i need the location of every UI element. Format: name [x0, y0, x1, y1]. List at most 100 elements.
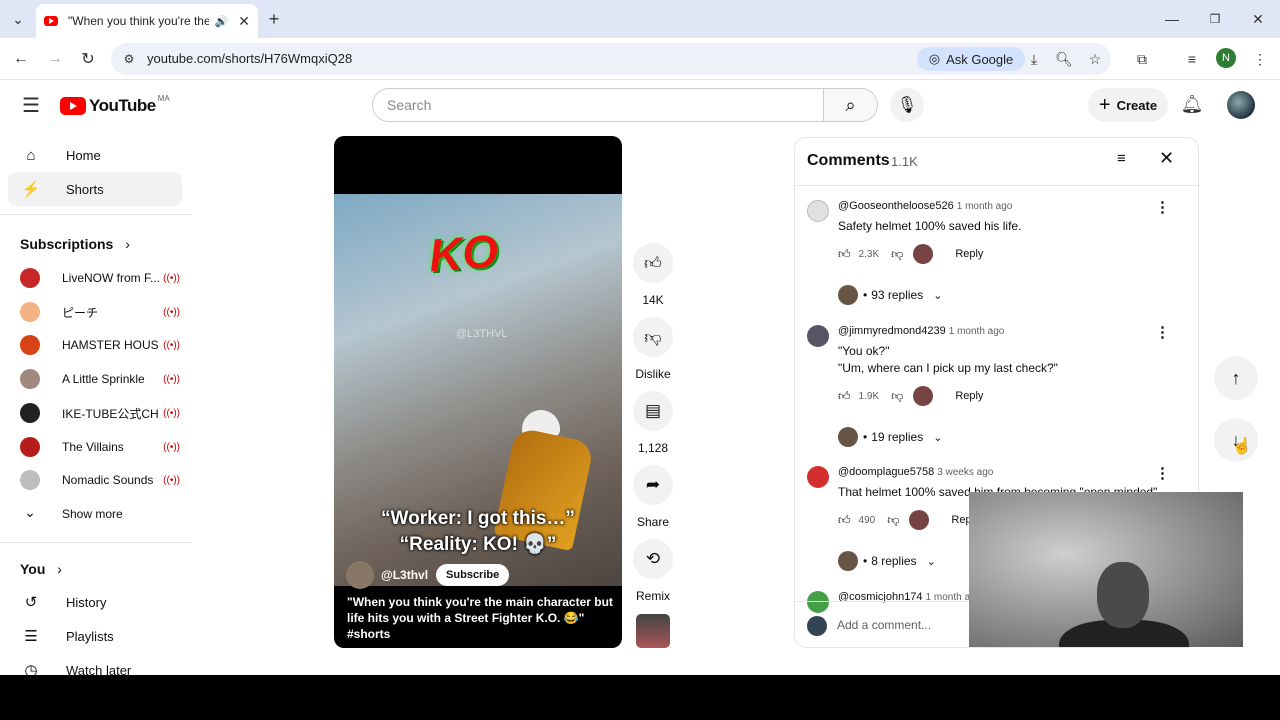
minimize-icon[interactable]: —: [1160, 7, 1184, 31]
tab-close-icon[interactable]: ✕: [238, 13, 250, 30]
new-tab-icon[interactable]: +: [262, 7, 286, 31]
comment-more-icon[interactable]: ⋮: [1155, 464, 1170, 482]
remix-button[interactable]: ⟲ Remix: [632, 539, 674, 603]
video-title[interactable]: "When you think you're the main characte…: [347, 594, 613, 642]
comment-author[interactable]: @doomplague5758 3 weeks ago: [838, 466, 993, 478]
subscriptions-heading[interactable]: Subscriptions ›: [20, 236, 130, 252]
subscription-item[interactable]: LiveNOW from F... ((•)): [20, 264, 180, 292]
remix-label: Remix: [635, 589, 670, 603]
zoom-icon[interactable]: 🔍︎: [1052, 47, 1076, 71]
site-info-icon[interactable]: ⚙: [117, 47, 141, 71]
subscription-item[interactable]: Nomadic Sounds ((•)): [20, 466, 180, 494]
replier-avatar: [838, 551, 858, 571]
show-more-button[interactable]: ⌄ Show more: [20, 500, 180, 528]
channel-avatar: [20, 403, 40, 423]
sidebar-item-watch-later[interactable]: ◷ Watch later: [8, 653, 182, 675]
comment-like-icon[interactable]: 👍︎: [838, 247, 851, 262]
comment-like-icon[interactable]: 👍︎: [838, 513, 851, 528]
create-button[interactable]: + Create: [1088, 88, 1168, 122]
notifications-bell-icon[interactable]: 🔔︎: [1180, 92, 1204, 116]
view-replies-button[interactable]: • 19 replies ⌄: [838, 427, 942, 447]
subscribe-button[interactable]: Subscribe: [436, 564, 510, 586]
home-icon: ⌂: [26, 146, 36, 164]
live-indicator-icon: ((•)): [163, 339, 180, 351]
reply-button[interactable]: Reply: [955, 390, 983, 402]
comment-author[interactable]: @jimmyredmond4239 1 month ago: [838, 325, 1004, 337]
comment-dislike-icon[interactable]: 👎︎: [891, 247, 903, 262]
dislike-button[interactable]: 👎︎ Dislike: [630, 317, 676, 381]
sidebar-item-history[interactable]: ↺ History: [8, 585, 182, 619]
audio-playing-icon[interactable]: 🔊: [215, 15, 229, 28]
comment-avatar[interactable]: [807, 325, 829, 347]
live-indicator-icon: ((•)): [163, 441, 180, 453]
channel-name[interactable]: @L3thvl: [381, 568, 428, 582]
comment-like-icon[interactable]: 👍︎: [838, 389, 851, 404]
comment-dislike-icon[interactable]: 👎︎: [891, 389, 903, 404]
channel-avatar[interactable]: [346, 561, 374, 589]
you-heading[interactable]: You ›: [20, 561, 62, 577]
subscription-item[interactable]: The Villains ((•)): [20, 433, 180, 461]
like-count: 14K: [642, 293, 664, 307]
sidebar-item-shorts[interactable]: ⚡ Shorts: [8, 172, 182, 206]
show-more-label: Show more: [62, 507, 123, 521]
subscription-name: HAMSTER HOUS...: [62, 338, 160, 352]
search-input[interactable]: Search: [372, 88, 824, 122]
forward-icon[interactable]: →: [43, 47, 67, 71]
subscription-item[interactable]: HAMSTER HOUS... ((•)): [20, 331, 180, 359]
browser-tab[interactable]: "When you think you're the 🔊 ✕: [36, 4, 258, 38]
search-button[interactable]: ⌕: [823, 88, 878, 122]
extensions-icon[interactable]: ⧉: [1130, 47, 1154, 71]
browser-profile-avatar[interactable]: N: [1216, 48, 1236, 68]
url-text: youtube.com/shorts/H76WmqxiQ28: [147, 51, 353, 66]
comment-more-icon[interactable]: ⋮: [1155, 323, 1170, 341]
replies-count: 93 replies: [871, 288, 924, 302]
voice-search-button[interactable]: 🎙︎: [890, 88, 924, 122]
add-comment-input[interactable]: Add a comment...: [837, 618, 931, 632]
sidebar-item-home[interactable]: ⌂ Home: [8, 138, 182, 172]
subscription-item[interactable]: A Little Sprinkle ((•)): [20, 365, 180, 393]
youtube-logo[interactable]: YouTube MA: [60, 94, 170, 116]
youtube-play-icon: [60, 97, 86, 115]
restore-icon[interactable]: ❐: [1203, 7, 1227, 31]
replier-avatar: [838, 427, 858, 447]
hamburger-menu-icon[interactable]: ☰: [19, 93, 43, 117]
share-icon: ➦: [633, 465, 673, 505]
reply-button[interactable]: Reply: [955, 248, 983, 260]
media-controls-icon[interactable]: ≡: [1180, 47, 1204, 71]
subscription-item[interactable]: ピーチ ((•)): [20, 298, 180, 326]
browser-menu-icon[interactable]: ⋮: [1248, 47, 1272, 71]
sidebar-item-playlists[interactable]: ☰ Playlists: [8, 619, 182, 653]
shorts-video-player[interactable]: KO @L3THVL “Worker: I got this…” “Realit…: [334, 136, 622, 648]
sound-thumbnail[interactable]: [636, 614, 670, 648]
previous-short-button[interactable]: ↑: [1214, 356, 1258, 400]
view-replies-button[interactable]: • 93 replies ⌄: [838, 285, 942, 305]
install-app-icon[interactable]: ⤓: [1022, 47, 1046, 71]
sort-comments-icon[interactable]: ≡: [1117, 150, 1126, 167]
comment-dislike-icon[interactable]: 👎︎: [887, 513, 899, 528]
thumbs-down-icon: 👎︎: [633, 317, 673, 357]
reload-icon[interactable]: ↻: [76, 47, 100, 71]
subscriptions-heading-label: Subscriptions: [20, 236, 114, 252]
creator-heart-avatar: [913, 244, 934, 264]
comments-button[interactable]: ▤ 1,128: [632, 391, 674, 455]
comment-more-icon[interactable]: ⋮: [1155, 198, 1170, 216]
close-comments-icon[interactable]: ✕: [1159, 148, 1174, 169]
subscription-item[interactable]: IKE-TUBE公式CH ((•)): [20, 399, 180, 427]
comment-avatar[interactable]: [807, 466, 829, 488]
user-avatar[interactable]: [1227, 91, 1255, 119]
comment-time: 1 month ago: [956, 201, 1013, 212]
address-bar[interactable]: ⚙ youtube.com/shorts/H76WmqxiQ28 ◎ Ask G…: [111, 43, 1111, 75]
remix-icon: ⟲: [633, 539, 673, 579]
ask-google-button[interactable]: ◎ Ask Google: [917, 47, 1025, 71]
like-button[interactable]: 👍︎ 14K: [632, 243, 674, 307]
comment-author[interactable]: @Gooseontheloose526 1 month ago: [838, 200, 1012, 212]
back-icon[interactable]: ←: [9, 47, 33, 71]
comment-like-count: 1.9K: [858, 390, 880, 402]
tab-list-chevron-icon[interactable]: ⌄: [6, 7, 30, 31]
view-replies-button[interactable]: • 8 replies ⌄: [838, 551, 936, 571]
share-button[interactable]: ➦ Share: [632, 465, 674, 529]
bookmark-star-icon[interactable]: ☆: [1083, 47, 1107, 71]
sidebar-divider: [0, 542, 192, 543]
comment-avatar[interactable]: [807, 200, 829, 222]
window-close-icon[interactable]: ✕: [1246, 7, 1270, 31]
